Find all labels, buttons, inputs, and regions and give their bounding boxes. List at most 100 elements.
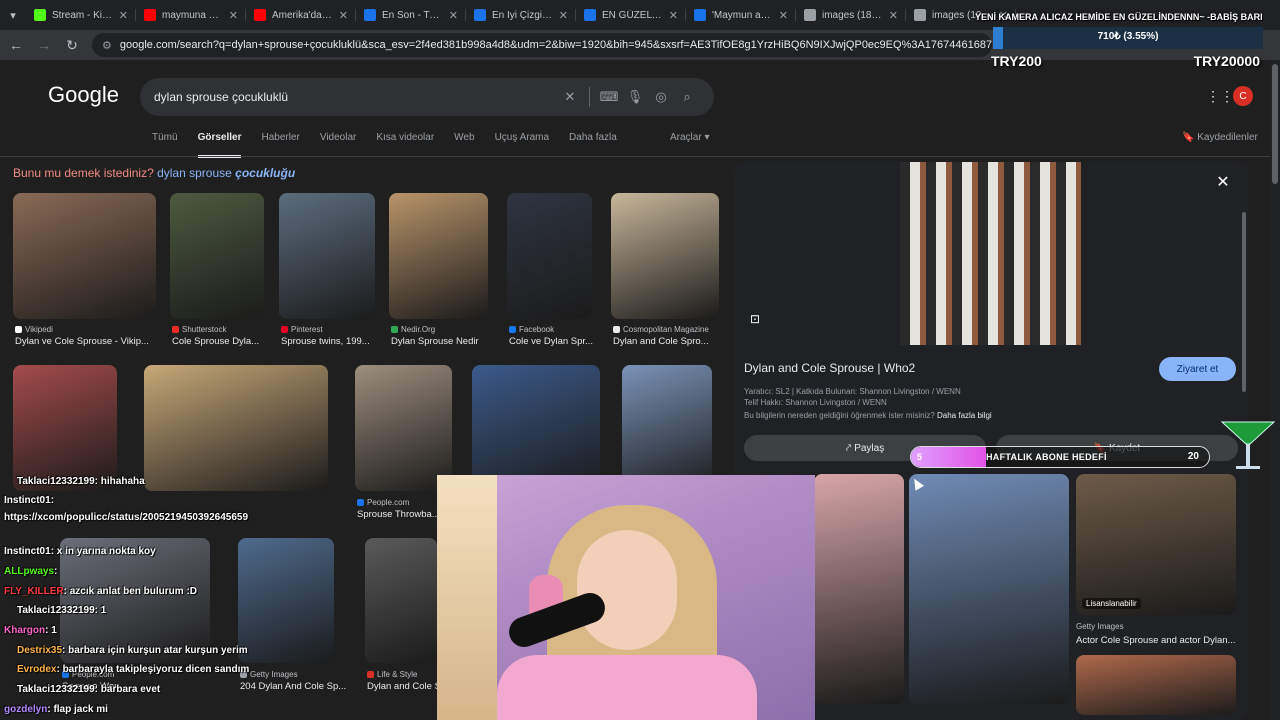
clear-icon[interactable]: ✕ [557, 89, 583, 105]
search-tab[interactable]: Haberler [261, 132, 299, 158]
close-icon[interactable]: ✕ [1214, 172, 1232, 191]
reload-icon[interactable]: ↻ [60, 33, 84, 57]
browser-tab[interactable]: 'Maymun adam' ✕ [686, 0, 796, 30]
share-icon: ⤤ [845, 442, 855, 454]
image-result[interactable] [144, 365, 328, 491]
tab-close-icon[interactable]: ✕ [669, 9, 678, 22]
learn-more-link[interactable]: Daha fazla bilgi [937, 411, 992, 420]
page-scrollbar[interactable] [1270, 60, 1280, 720]
url-field[interactable]: ⚙ google.com/search?q=dylan+sprouse+çocu… [92, 33, 992, 57]
site-info-icon[interactable]: ⚙ [102, 39, 112, 52]
lens-icon[interactable]: ◎ [648, 89, 674, 105]
tab-close-icon[interactable]: ✕ [229, 9, 238, 22]
image-result[interactable] [13, 365, 117, 491]
search-tab[interactable]: Videolar [320, 132, 357, 158]
tab-close-icon[interactable]: ✕ [449, 9, 458, 22]
search-tab[interactable]: Uçuş Arama [495, 132, 549, 158]
did-you-mean-bold[interactable]: çocukluğu [235, 166, 295, 180]
result-source-label: Facebook [519, 325, 555, 334]
search-box[interactable]: dylan sprouse çocukluklü ✕ ⌨ 🎙 ◎ ⌕ [140, 78, 714, 116]
image-result[interactable] [279, 193, 375, 319]
microphone-icon[interactable]: 🎙 [622, 89, 648, 105]
result-caption[interactable]: Cole Sprouse Dyla... [172, 336, 276, 347]
search-tab[interactable]: Kısa videolar [376, 132, 434, 158]
result-source[interactable]: Shutterstock [172, 325, 226, 334]
image-result[interactable] [611, 193, 719, 319]
tab-title: images (189×266) [822, 9, 883, 21]
webcam-shirt [497, 655, 757, 720]
preview-title[interactable]: Dylan and Cole Sprouse | Who2 [744, 361, 915, 375]
related-image[interactable] [909, 474, 1069, 704]
result-caption[interactable]: Dylan ve Cole Sprouse - Vikip... [15, 336, 168, 347]
visit-button[interactable]: Ziyaret et [1159, 357, 1236, 381]
related-image[interactable] [814, 474, 904, 704]
image-result[interactable] [170, 193, 264, 319]
tab-title: maymuna benziye [162, 9, 223, 21]
tools-button[interactable]: Araçlar ▾ [670, 132, 710, 143]
image-result[interactable] [507, 193, 592, 319]
browser-tab[interactable]: Stream - Kick Das ✕ [26, 0, 136, 30]
result-caption[interactable]: Dylan Sprouse Nedir [391, 336, 500, 347]
browser-tab[interactable]: En Son - Turnuva ✕ [356, 0, 466, 30]
image-result[interactable] [389, 193, 488, 319]
chat-username: Taklaci12332199 [17, 476, 95, 487]
result-source[interactable]: Cosmopolitan Magazine [613, 325, 709, 334]
result-source[interactable]: Pinterest [281, 325, 323, 334]
preview-image[interactable] [900, 162, 1081, 345]
apps-grid-icon[interactable]: ⋮⋮ [1206, 88, 1234, 104]
keyboard-icon[interactable]: ⌨ [596, 89, 622, 105]
tab-close-icon[interactable]: ✕ [889, 9, 898, 22]
tab-search-menu-icon[interactable]: ▾ [0, 0, 26, 30]
lens-search-icon[interactable]: ⊡ [750, 312, 760, 326]
result-caption[interactable]: Cole ve Dylan Spr... [509, 336, 604, 347]
result-caption[interactable]: Dylan and Cole Spro... [613, 336, 731, 347]
chat-username: Taklaci12332199 [17, 605, 95, 616]
tab-favicon-icon [804, 9, 816, 21]
search-tab[interactable]: Tümü [152, 132, 178, 158]
related-image[interactable]: Lisanslanabilir [1076, 474, 1236, 615]
result-source[interactable]: Nedir.Org [391, 325, 435, 334]
forward-icon[interactable]: → [32, 33, 56, 57]
source-favicon-icon [15, 326, 22, 333]
image-result[interactable] [355, 365, 452, 491]
chat-text: https://xcom/populicc/status/20052194503… [4, 512, 249, 523]
search-tab[interactable]: Daha fazla [569, 132, 617, 158]
search-tab[interactable]: Görseller [197, 132, 242, 158]
browser-tab[interactable]: EN GÜZEL KIZ (20 ✕ [576, 0, 686, 30]
browser-tab[interactable]: images (189×266) ✕ [796, 0, 906, 30]
result-source-label: Cosmopolitan Magazine [623, 325, 709, 334]
related-caption[interactable]: Actor Cole Sprouse and actor Dylan... [1076, 635, 1236, 646]
tab-close-icon[interactable]: ✕ [779, 9, 788, 22]
image-result[interactable] [472, 365, 600, 491]
back-icon[interactable]: ← [4, 33, 28, 57]
saved-button[interactable]: 🔖 Kaydedilenler [1182, 132, 1258, 143]
result-source[interactable]: Facebook [509, 325, 554, 334]
search-icon[interactable]: ⌕ [674, 89, 700, 105]
related-image[interactable] [1076, 655, 1236, 715]
google-logo[interactable]: Google [48, 82, 119, 108]
learn-more-text: Bu bilgilerin nereden geldiğini öğrenmek… [744, 411, 935, 420]
account-avatar[interactable]: C [1233, 86, 1253, 106]
browser-tab[interactable]: En İyi Çizgi Film - ✕ [466, 0, 576, 30]
tab-title: Amerika'da Polis [272, 9, 333, 21]
tab-close-icon[interactable]: ✕ [119, 9, 128, 22]
chat-message: Instinct01: [4, 495, 444, 506]
browser-tab[interactable]: Amerika'da Polis ✕ [246, 0, 356, 30]
image-result[interactable] [622, 365, 712, 491]
related-source[interactable]: Getty Images [1076, 622, 1124, 631]
result-caption[interactable]: Sprouse twins, 199... [281, 336, 387, 347]
search-tab[interactable]: Web [454, 132, 474, 158]
result-source-label: Shutterstock [182, 325, 227, 334]
tab-close-icon[interactable]: ✕ [559, 9, 568, 22]
chat-message: Taklaci12332199: 1 [17, 605, 457, 616]
result-source[interactable]: Vikipedi [15, 325, 53, 334]
tab-close-icon[interactable]: ✕ [339, 9, 348, 22]
chat-username: Instinct01 [4, 495, 51, 506]
image-result[interactable] [13, 193, 156, 319]
did-you-mean-link[interactable]: dylan sprouse [157, 166, 232, 180]
donation-target: TRY20000 [1193, 53, 1260, 69]
tab-title: En Son - Turnuva [382, 9, 443, 21]
search-input[interactable]: dylan sprouse çocukluklü [154, 90, 557, 104]
browser-tab[interactable]: maymuna benziye ✕ [136, 0, 246, 30]
donation-progress-bar: 710₺ (3.55%) [993, 27, 1263, 49]
